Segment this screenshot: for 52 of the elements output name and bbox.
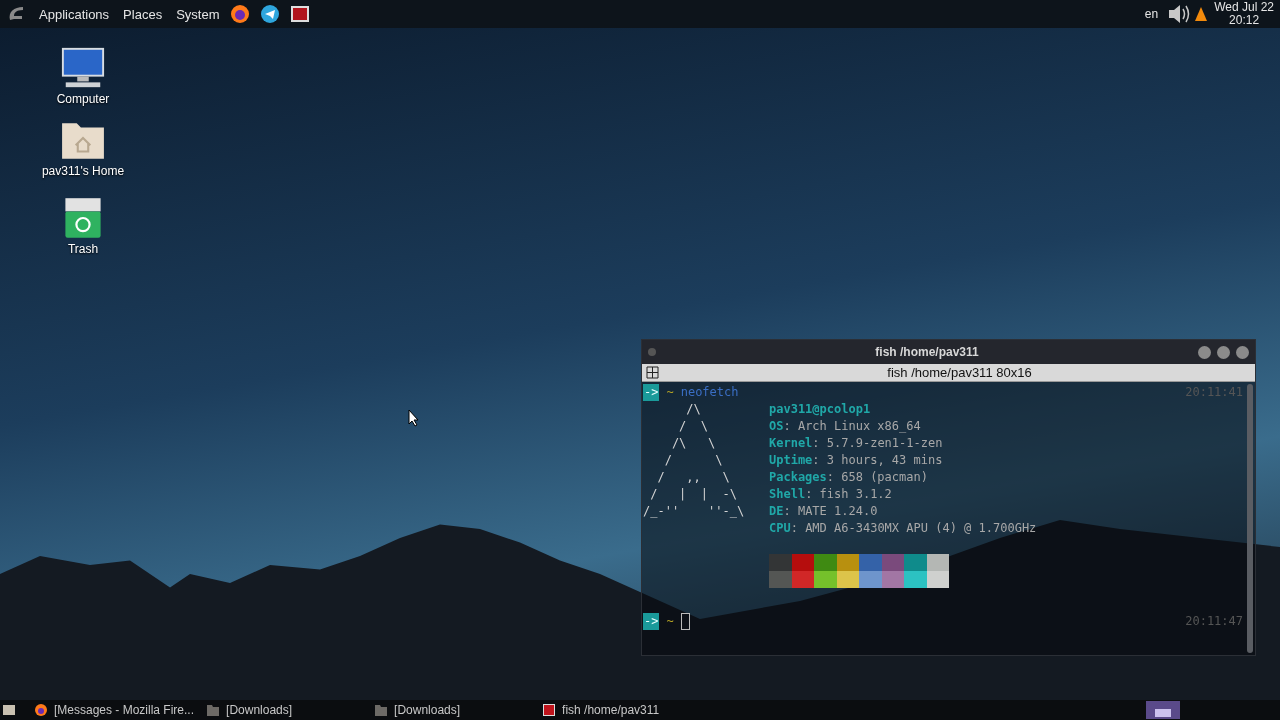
ascii-art-line: /\ [685,401,702,418]
terminal-icon [542,703,557,717]
taskbar-item[interactable]: fish /home/pav311 [534,700,703,720]
scrollbar[interactable] [1247,384,1253,653]
taskbar-item[interactable]: [Messages - Mozilla Fire... [26,700,199,720]
ascii-art-line: / \ [678,418,710,435]
panel-menu[interactable]: Applications [38,6,111,22]
keyboard-layout[interactable]: en [1144,7,1159,21]
taskbar-item[interactable]: [Downloads] [366,700,535,720]
panel-menu[interactable]: System [175,6,221,22]
system-info-line: Kernel: 5.7.9-zen1-1-zen [769,435,943,452]
ascii-art-line: / | | -\ [649,486,738,503]
desktop-icon-label[interactable]: Trash [67,242,99,256]
prompt-directory: ~ [666,384,674,401]
computer-icon[interactable] [60,46,106,90]
clock[interactable]: Wed Jul 22 20:12 [1214,1,1274,27]
system-info-line: OS: Arch Linux x86_64 [769,418,921,435]
ascii-art-line: /\ \ [670,435,717,452]
folder-icon [206,703,221,717]
maximize-button[interactable] [1217,345,1230,359]
ascii-art-line: / \ [663,452,724,469]
firefox-icon [34,703,48,717]
user-host: pav311@pcolop1 [769,401,871,418]
system-info-line: CPU: AMD A6-3430MX APU (4) @ 1.700GHz [769,520,1037,537]
show-desktop-icon[interactable] [2,703,16,717]
timestamp: 20:11:47 [1185,613,1243,630]
firefox-icon[interactable] [230,4,251,24]
folder-icon [374,703,389,717]
taskbar-item[interactable]: [Downloads] [198,700,367,720]
text-cursor [680,613,690,630]
mouse-pointer-icon [408,409,420,427]
system-info-line: Shell: fish 3.1.2 [769,486,892,503]
desktop-icon-label[interactable]: pav311's Home [41,164,125,178]
timestamp: 20:11:41 [1185,384,1243,401]
panel-menu[interactable]: Places [122,6,164,22]
desktop-icon-label[interactable]: Computer [56,92,110,106]
system-info-line: Uptime: 3 hours, 43 mins [769,452,943,469]
system-info-line: Packages: 658 (pacman) [769,469,928,486]
telegram-icon[interactable] [260,4,281,24]
ascii-art-line: / ,, \ [656,469,731,486]
workspace-switcher[interactable] [1146,701,1180,719]
terminal-icon[interactable] [290,4,311,24]
layout-grid-icon[interactable] [646,365,660,380]
window-title: fish /home/pav311 [874,345,980,359]
minimize-button[interactable] [1198,345,1211,359]
close-button[interactable] [1236,345,1249,359]
system-info-line: DE: MATE 1.24.0 [769,503,878,520]
command-text: neofetch [680,384,739,401]
prompt-directory: ~ [666,613,674,630]
ascii-art-line: /_-'' ''-_\ [643,503,746,520]
terminal-tab[interactable]: fish /home/pav311 80x16 [642,364,1255,382]
traffic-cone-icon[interactable] [1194,6,1209,22]
